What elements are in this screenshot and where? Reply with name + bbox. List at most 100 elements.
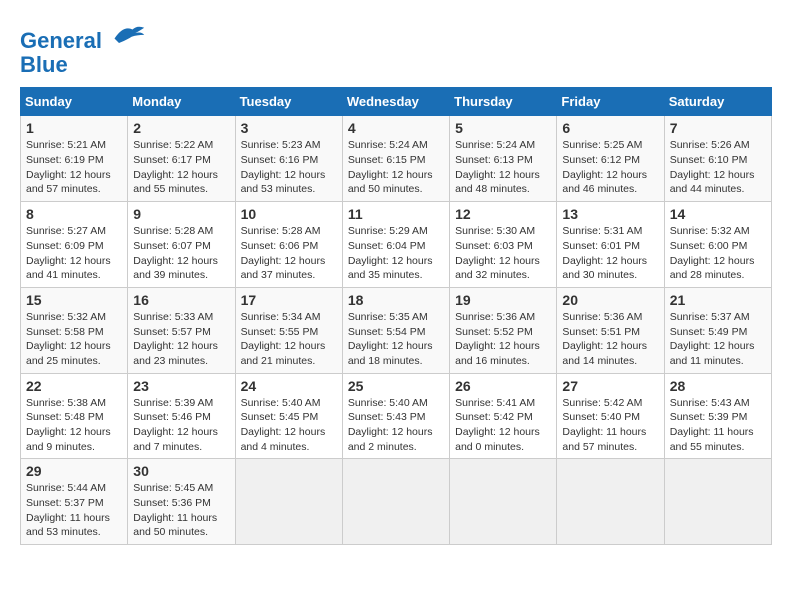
- header-friday: Friday: [557, 88, 664, 116]
- calendar-cell: 29Sunrise: 5:44 AM Sunset: 5:37 PM Dayli…: [21, 459, 128, 545]
- calendar-cell: 12 Sunrise: 5:30 AM Sunset: 6:03 PM Dayli…: [450, 202, 557, 288]
- calendar-cell: 26 Sunrise: 5:41 AM Sunset: 5:42 PM Dayli…: [450, 373, 557, 459]
- day-number: 17: [241, 292, 337, 308]
- calendar-cell: 20 Sunrise: 5:36 AM Sunset: 5:51 PM Dayli…: [557, 287, 664, 373]
- day-number: 21: [670, 292, 766, 308]
- calendar-cell: [342, 459, 449, 545]
- day-detail: Sunrise: 5:31 AM Sunset: 6:01 PM Dayligh…: [562, 224, 658, 283]
- day-number: 30: [133, 463, 229, 479]
- calendar-table: SundayMondayTuesdayWednesdayThursdayFrid…: [20, 87, 772, 545]
- day-number: 2: [133, 120, 229, 136]
- header-row: SundayMondayTuesdayWednesdayThursdayFrid…: [21, 88, 772, 116]
- logo-blue: Blue: [20, 52, 68, 77]
- day-detail: Sunrise: 5:40 AM Sunset: 5:45 PM Dayligh…: [241, 396, 337, 455]
- day-detail: Sunrise: 5:42 AM Sunset: 5:40 PM Dayligh…: [562, 396, 658, 455]
- calendar-cell: 24 Sunrise: 5:40 AM Sunset: 5:45 PM Dayli…: [235, 373, 342, 459]
- calendar-week-3: 15 Sunrise: 5:32 AM Sunset: 5:58 PM Dayli…: [21, 287, 772, 373]
- calendar-cell: 4 Sunrise: 5:24 AM Sunset: 6:15 PM Daylig…: [342, 116, 449, 202]
- day-number: 14: [670, 206, 766, 222]
- calendar-week-1: 1Sunrise: 5:21 AM Sunset: 6:19 PM Daylig…: [21, 116, 772, 202]
- day-detail: Sunrise: 5:36 AM Sunset: 5:52 PM Dayligh…: [455, 310, 551, 369]
- day-number: 5: [455, 120, 551, 136]
- header-monday: Monday: [128, 88, 235, 116]
- calendar-cell: 5 Sunrise: 5:24 AM Sunset: 6:13 PM Daylig…: [450, 116, 557, 202]
- header-wednesday: Wednesday: [342, 88, 449, 116]
- calendar-cell: [235, 459, 342, 545]
- day-detail: Sunrise: 5:21 AM Sunset: 6:19 PM Dayligh…: [26, 138, 122, 197]
- calendar-cell: 25 Sunrise: 5:40 AM Sunset: 5:43 PM Dayli…: [342, 373, 449, 459]
- calendar-cell: 11 Sunrise: 5:29 AM Sunset: 6:04 PM Dayli…: [342, 202, 449, 288]
- day-detail: Sunrise: 5:28 AM Sunset: 6:07 PM Dayligh…: [133, 224, 229, 283]
- day-number: 20: [562, 292, 658, 308]
- calendar-cell: 13Sunrise: 5:31 AM Sunset: 6:01 PM Dayli…: [557, 202, 664, 288]
- day-detail: Sunrise: 5:25 AM Sunset: 6:12 PM Dayligh…: [562, 138, 658, 197]
- day-detail: Sunrise: 5:29 AM Sunset: 6:04 PM Dayligh…: [348, 224, 444, 283]
- day-detail: Sunrise: 5:45 AM Sunset: 5:36 PM Dayligh…: [133, 481, 229, 540]
- calendar-cell: 8 Sunrise: 5:27 AM Sunset: 6:09 PM Daylig…: [21, 202, 128, 288]
- day-detail: Sunrise: 5:22 AM Sunset: 6:17 PM Dayligh…: [133, 138, 229, 197]
- day-detail: Sunrise: 5:32 AM Sunset: 6:00 PM Dayligh…: [670, 224, 766, 283]
- calendar-week-5: 29Sunrise: 5:44 AM Sunset: 5:37 PM Dayli…: [21, 459, 772, 545]
- calendar-week-2: 8 Sunrise: 5:27 AM Sunset: 6:09 PM Daylig…: [21, 202, 772, 288]
- day-detail: Sunrise: 5:44 AM Sunset: 5:37 PM Dayligh…: [26, 481, 122, 540]
- day-number: 27: [562, 378, 658, 394]
- day-number: 8: [26, 206, 122, 222]
- header-sunday: Sunday: [21, 88, 128, 116]
- day-detail: Sunrise: 5:28 AM Sunset: 6:06 PM Dayligh…: [241, 224, 337, 283]
- day-detail: Sunrise: 5:36 AM Sunset: 5:51 PM Dayligh…: [562, 310, 658, 369]
- calendar-cell: 17 Sunrise: 5:34 AM Sunset: 5:55 PM Dayli…: [235, 287, 342, 373]
- calendar-cell: [450, 459, 557, 545]
- day-detail: Sunrise: 5:43 AM Sunset: 5:39 PM Dayligh…: [670, 396, 766, 455]
- calendar-cell: 22Sunrise: 5:38 AM Sunset: 5:48 PM Dayli…: [21, 373, 128, 459]
- day-number: 9: [133, 206, 229, 222]
- day-number: 22: [26, 378, 122, 394]
- day-number: 23: [133, 378, 229, 394]
- calendar-cell: 3Sunrise: 5:23 AM Sunset: 6:16 PM Daylig…: [235, 116, 342, 202]
- calendar-cell: 2 Sunrise: 5:22 AM Sunset: 6:17 PM Daylig…: [128, 116, 235, 202]
- day-detail: Sunrise: 5:27 AM Sunset: 6:09 PM Dayligh…: [26, 224, 122, 283]
- day-number: 7: [670, 120, 766, 136]
- calendar-cell: 18Sunrise: 5:35 AM Sunset: 5:54 PM Dayli…: [342, 287, 449, 373]
- calendar-cell: 16 Sunrise: 5:33 AM Sunset: 5:57 PM Dayli…: [128, 287, 235, 373]
- calendar-cell: 30 Sunrise: 5:45 AM Sunset: 5:36 PM Dayli…: [128, 459, 235, 545]
- day-number: 26: [455, 378, 551, 394]
- logo-bird-icon: [110, 20, 146, 48]
- day-detail: Sunrise: 5:40 AM Sunset: 5:43 PM Dayligh…: [348, 396, 444, 455]
- day-detail: Sunrise: 5:34 AM Sunset: 5:55 PM Dayligh…: [241, 310, 337, 369]
- day-number: 12: [455, 206, 551, 222]
- day-detail: Sunrise: 5:30 AM Sunset: 6:03 PM Dayligh…: [455, 224, 551, 283]
- day-detail: Sunrise: 5:24 AM Sunset: 6:13 PM Dayligh…: [455, 138, 551, 197]
- calendar-cell: 21Sunrise: 5:37 AM Sunset: 5:49 PM Dayli…: [664, 287, 771, 373]
- day-number: 28: [670, 378, 766, 394]
- day-number: 18: [348, 292, 444, 308]
- day-number: 24: [241, 378, 337, 394]
- calendar-cell: 23 Sunrise: 5:39 AM Sunset: 5:46 PM Dayli…: [128, 373, 235, 459]
- day-detail: Sunrise: 5:26 AM Sunset: 6:10 PM Dayligh…: [670, 138, 766, 197]
- day-number: 15: [26, 292, 122, 308]
- day-number: 16: [133, 292, 229, 308]
- calendar-cell: 1Sunrise: 5:21 AM Sunset: 6:19 PM Daylig…: [21, 116, 128, 202]
- logo: General Blue: [20, 20, 146, 77]
- day-number: 11: [348, 206, 444, 222]
- day-detail: Sunrise: 5:32 AM Sunset: 5:58 PM Dayligh…: [26, 310, 122, 369]
- header-saturday: Saturday: [664, 88, 771, 116]
- header-tuesday: Tuesday: [235, 88, 342, 116]
- calendar-cell: [664, 459, 771, 545]
- day-number: 25: [348, 378, 444, 394]
- day-detail: Sunrise: 5:33 AM Sunset: 5:57 PM Dayligh…: [133, 310, 229, 369]
- day-number: 3: [241, 120, 337, 136]
- calendar-cell: 27 Sunrise: 5:42 AM Sunset: 5:40 PM Dayli…: [557, 373, 664, 459]
- day-detail: Sunrise: 5:41 AM Sunset: 5:42 PM Dayligh…: [455, 396, 551, 455]
- calendar-cell: 19 Sunrise: 5:36 AM Sunset: 5:52 PM Dayli…: [450, 287, 557, 373]
- day-number: 4: [348, 120, 444, 136]
- calendar-cell: 7 Sunrise: 5:26 AM Sunset: 6:10 PM Daylig…: [664, 116, 771, 202]
- day-detail: Sunrise: 5:39 AM Sunset: 5:46 PM Dayligh…: [133, 396, 229, 455]
- day-detail: Sunrise: 5:24 AM Sunset: 6:15 PM Dayligh…: [348, 138, 444, 197]
- calendar-cell: 9 Sunrise: 5:28 AM Sunset: 6:07 PM Daylig…: [128, 202, 235, 288]
- header-thursday: Thursday: [450, 88, 557, 116]
- calendar-cell: 15 Sunrise: 5:32 AM Sunset: 5:58 PM Dayli…: [21, 287, 128, 373]
- calendar-cell: 14 Sunrise: 5:32 AM Sunset: 6:00 PM Dayli…: [664, 202, 771, 288]
- day-number: 19: [455, 292, 551, 308]
- day-number: 10: [241, 206, 337, 222]
- page-header: General Blue: [20, 20, 772, 77]
